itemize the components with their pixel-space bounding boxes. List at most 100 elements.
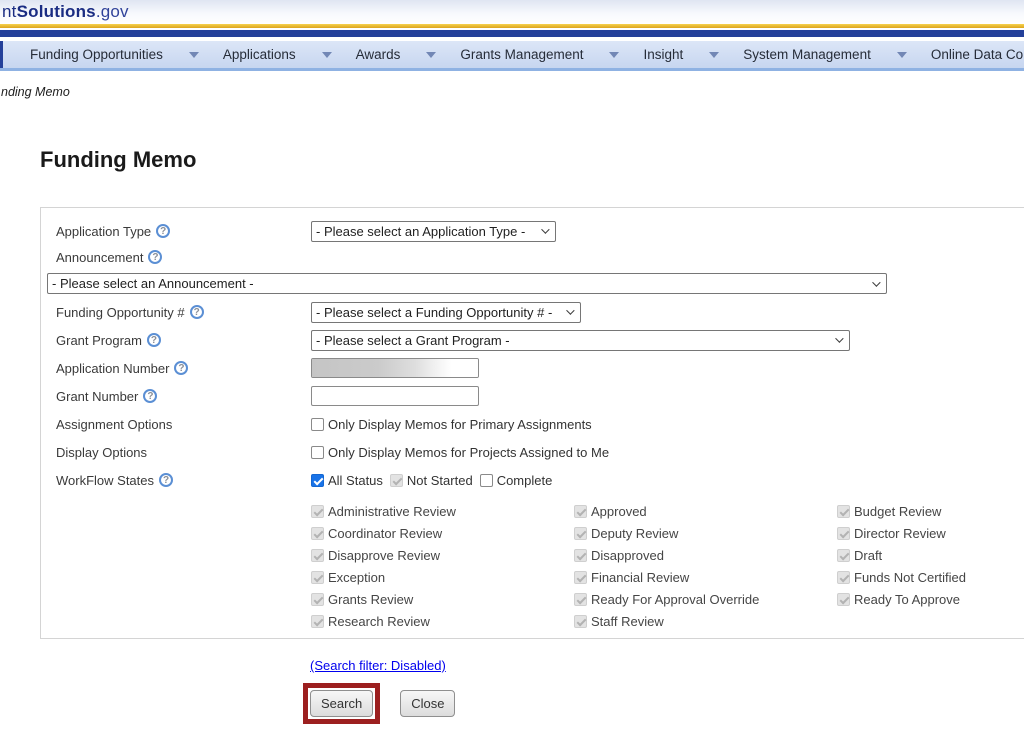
chevron-down-icon (897, 52, 907, 58)
workflow-state-label: Research Review (328, 614, 430, 629)
logo-bold: Solutions (17, 2, 96, 21)
projects-assigned-checkbox[interactable] (311, 446, 324, 459)
all-status-checkbox[interactable] (311, 474, 324, 487)
redacted-value (312, 359, 478, 377)
workflow-state-option: Grants Review (311, 588, 574, 610)
help-icon[interactable]: ? (148, 250, 162, 264)
workflow-state-checkbox-disabled (311, 549, 324, 562)
workflow-state-label: Disapprove Review (328, 548, 440, 563)
help-icon[interactable]: ? (147, 333, 161, 347)
chevron-down-icon (709, 52, 719, 58)
application-type-select[interactable]: - Please select an Application Type - (311, 221, 556, 242)
projects-assigned-option: Only Display Memos for Projects Assigned… (311, 445, 609, 460)
logo-suffix: .gov (96, 2, 129, 21)
grant-program-row: Grant Program ? - Please select a Grant … (47, 326, 1024, 354)
workflow-state-label: Budget Review (854, 504, 941, 519)
workflow-state-option: Director Review (837, 522, 1024, 544)
application-number-input[interactable] (311, 358, 479, 378)
grant-program-select-value: - Please select a Grant Program - (316, 333, 510, 348)
workflow-state-label: Ready For Approval Override (591, 592, 759, 607)
workflow-state-checkbox-disabled (311, 527, 324, 540)
display-options-row: Display Options Only Display Memos for P… (47, 438, 1024, 466)
search-filter-link[interactable]: (Search filter: Disabled) (310, 658, 446, 673)
help-icon[interactable]: ? (156, 224, 170, 238)
nav-underline (0, 68, 1024, 71)
nav-menu-item-label: Applications (223, 47, 296, 62)
navy-stripe (0, 30, 1024, 37)
application-type-row: Application Type ? - Please select an Ap… (47, 217, 1024, 245)
nav-menu-item-label: Online Data Collection (931, 47, 1024, 62)
workflow-state-label: Funds Not Certified (854, 570, 966, 585)
workflow-state-label: Approved (591, 504, 647, 519)
grant-program-select[interactable]: - Please select a Grant Program - (311, 330, 850, 351)
workflow-state-label: Deputy Review (591, 526, 678, 541)
workflow-state-checkbox-disabled (837, 527, 850, 540)
search-button[interactable]: Search (310, 690, 373, 717)
workflow-state-option: Coordinator Review (311, 522, 574, 544)
chevron-down-icon (189, 52, 199, 58)
announcement-select[interactable]: - Please select an Announcement - (47, 273, 887, 294)
chevron-down-icon (426, 52, 436, 58)
workflow-state-option: Deputy Review (574, 522, 837, 544)
grant-number-label: Grant Number ? (56, 389, 311, 404)
grantsolutions-logo[interactable]: ntSolutions.gov (2, 2, 129, 22)
not-started-option: Not Started (390, 473, 473, 488)
nav-menu-item[interactable]: Awards (356, 47, 437, 62)
all-status-label: All Status (328, 473, 383, 488)
nav-menu-item[interactable]: Funding Opportunities (30, 47, 199, 62)
funding-opportunity-select[interactable]: - Please select a Funding Opportunity # … (311, 302, 581, 323)
workflow-state-checkbox-disabled (574, 549, 587, 562)
workflow-state-label: Ready To Approve (854, 592, 960, 607)
workflow-state-checkbox-disabled (837, 593, 850, 606)
announcement-label-row: Announcement ? (47, 245, 1024, 269)
grant-number-row: Grant Number ? (47, 382, 1024, 410)
workflow-states-grid: Administrative Review Approved Budget Re… (311, 500, 1024, 632)
funding-opportunity-row: Funding Opportunity # ? - Please select … (47, 298, 1024, 326)
workflow-state-option: Disapprove Review (311, 544, 574, 566)
annotation-highlight-box: Search (303, 683, 380, 724)
chevron-down-icon (566, 306, 574, 314)
workflow-state-checkbox-disabled (837, 571, 850, 584)
help-icon[interactable]: ? (174, 361, 188, 375)
workflow-state-checkbox-disabled (837, 505, 850, 518)
nav-menu-item[interactable]: Online Data Collection (931, 47, 1024, 62)
nav-menu-item-label: Insight (643, 47, 683, 62)
workflow-state-option: Exception (311, 566, 574, 588)
nav-menu-item[interactable]: Applications (223, 47, 332, 62)
workflow-states-row: WorkFlow States ? All Status Not Started… (47, 466, 1024, 494)
action-buttons: Search Close (303, 683, 455, 724)
help-icon[interactable]: ? (159, 473, 173, 487)
search-criteria-panel: Application Type ? - Please select an Ap… (40, 207, 1024, 639)
workflow-state-checkbox-disabled (311, 615, 324, 628)
projects-assigned-checkbox-label: Only Display Memos for Projects Assigned… (328, 445, 609, 460)
application-type-label: Application Type ? (56, 224, 311, 239)
workflow-state-checkbox-disabled (311, 593, 324, 606)
nav-menu-item[interactable]: Insight (643, 47, 719, 62)
help-icon[interactable]: ? (190, 305, 204, 319)
workflow-state-checkbox-disabled (311, 571, 324, 584)
primary-assignments-checkbox[interactable] (311, 418, 324, 431)
nav-menu-item[interactable]: System Management (743, 47, 907, 62)
grant-program-label: Grant Program ? (56, 333, 311, 348)
grant-number-input[interactable] (311, 386, 479, 406)
workflow-state-option: Administrative Review (311, 500, 574, 522)
workflow-state-checkbox-disabled (574, 527, 587, 540)
page-title: Funding Memo (40, 147, 1024, 173)
complete-checkbox[interactable] (480, 474, 493, 487)
application-number-label: Application Number ? (56, 361, 311, 376)
workflow-state-option: Ready To Approve (837, 588, 1024, 610)
funding-opportunity-label: Funding Opportunity # ? (56, 305, 311, 320)
nav-menu-item[interactable]: Grants Management (460, 47, 619, 62)
main-nav: Funding Opportunities Applications Award… (0, 41, 1024, 68)
workflow-state-option: Disapproved (574, 544, 837, 566)
primary-assignments-checkbox-label: Only Display Memos for Primary Assignmen… (328, 417, 592, 432)
workflow-state-option: Staff Review (574, 610, 837, 632)
workflow-state-option: Research Review (311, 610, 574, 632)
workflow-state-option: Funds Not Certified (837, 566, 1024, 588)
help-icon[interactable]: ? (143, 389, 157, 403)
chevron-down-icon (322, 52, 332, 58)
workflow-state-checkbox-disabled (311, 505, 324, 518)
nav-menu-item-label: Funding Opportunities (30, 47, 163, 62)
close-button[interactable]: Close (400, 690, 455, 717)
primary-assignments-option: Only Display Memos for Primary Assignmen… (311, 417, 592, 432)
